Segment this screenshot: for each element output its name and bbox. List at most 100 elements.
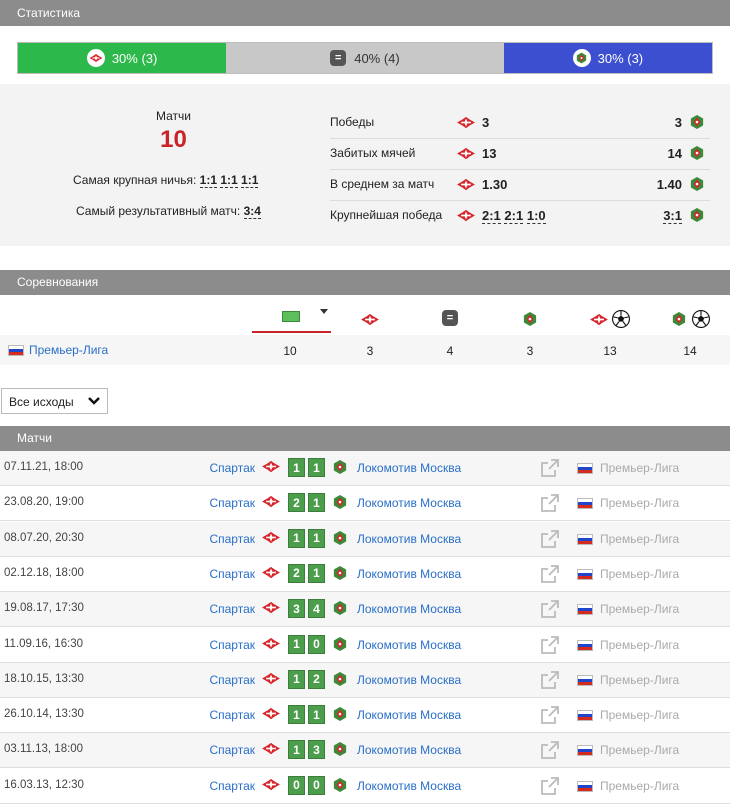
lokomotiv-icon: [333, 636, 347, 652]
home-team-link[interactable]: Спартак: [209, 673, 255, 687]
match-row[interactable]: 02.12.18, 18:00 Спартак 2 1 Локомотив Москва…: [0, 556, 730, 592]
home-team-link[interactable]: Спартак: [209, 779, 255, 793]
draw-icon: =: [442, 310, 458, 326]
external-link-icon[interactable]: [541, 494, 559, 513]
draw-score-link[interactable]: 1:1: [199, 173, 218, 188]
external-link-icon[interactable]: [541, 670, 559, 689]
league-link[interactable]: Премьер-Лига: [600, 638, 679, 652]
russia-flag-icon: [577, 498, 593, 510]
home-team-link[interactable]: Спартак: [209, 743, 255, 757]
match-date: 08.07.20, 20:30: [4, 531, 84, 544]
away-team-link[interactable]: Локомотив Москва: [357, 638, 461, 652]
home-biggest-win: 2:1 2:1 1:0: [482, 208, 546, 224]
away-biggest-win[interactable]: 3:1: [663, 208, 682, 224]
external-link-icon[interactable]: [541, 459, 559, 477]
league-link[interactable]: Премьер-Лига: [600, 567, 679, 581]
spartak-icon: [261, 637, 281, 650]
spartak-icon: [456, 147, 476, 160]
external-link-icon[interactable]: [541, 529, 559, 548]
match-score[interactable]: 21: [288, 493, 325, 513]
away-team-link[interactable]: Локомотив Москва: [357, 461, 461, 475]
matches-header: Матчи: [0, 426, 730, 451]
away-team-link[interactable]: Локомотив Москва: [357, 743, 461, 757]
away-score: 1: [308, 458, 325, 477]
match-date: 18.10.15, 13:30: [4, 672, 84, 685]
sort-arrow-icon[interactable]: [320, 309, 328, 314]
external-link-icon[interactable]: [541, 635, 559, 654]
home-team-link[interactable]: Спартак: [209, 602, 255, 616]
match-score[interactable]: 12: [288, 669, 325, 689]
match-row[interactable]: 07.11.21, 18:00 Спартак 1 1 Локомотив Москва…: [0, 451, 730, 486]
match-row[interactable]: 03.11.13, 18:00 Спартак 1 3 Локомотив Москва…: [0, 733, 730, 769]
league-link[interactable]: Премьер-Лига: [600, 673, 679, 687]
lokomotiv-icon: [333, 671, 347, 687]
match-score[interactable]: 11: [288, 528, 325, 548]
match-score[interactable]: 13: [288, 740, 325, 760]
away-team-link[interactable]: Локомотив Москва: [357, 567, 461, 581]
draw-score-link[interactable]: 1:1: [241, 173, 259, 188]
away-team-link[interactable]: Локомотив Москва: [357, 779, 461, 793]
away-team-link[interactable]: Локомотив Москва: [357, 532, 461, 546]
away-wins-segment: 30% (3): [503, 43, 712, 73]
away-score: 1: [308, 493, 325, 513]
away-team-link[interactable]: Локомотив Москва: [357, 496, 461, 510]
league-link[interactable]: Премьер-Лига: [600, 779, 679, 793]
match-date: 16.03.13, 12:30: [4, 778, 84, 791]
match-score[interactable]: 34: [288, 599, 325, 619]
match-row[interactable]: 18.10.15, 13:30 Спартак 1 2 Локомотив Москва…: [0, 662, 730, 698]
league-link[interactable]: Премьер-Лига: [600, 708, 679, 722]
league-link[interactable]: Премьер-Лига: [29, 343, 108, 357]
lokomotiv-icon: [523, 311, 537, 327]
league-link[interactable]: Премьер-Лига: [600, 743, 679, 757]
home-team-link[interactable]: Спартак: [209, 461, 255, 475]
home-team-link[interactable]: Спартак: [209, 496, 255, 510]
match-row[interactable]: 11.09.16, 16:30 Спартак 1 0 Локомотив Москва…: [0, 627, 730, 663]
most-goals-score-link[interactable]: 3:4: [243, 204, 261, 219]
home-score: 2: [288, 493, 305, 513]
external-link-icon[interactable]: [541, 706, 559, 724]
external-link-icon[interactable]: [541, 564, 559, 583]
match-row[interactable]: 26.10.14, 13:30 Спартак 1 1 Локомотив Москва…: [0, 698, 730, 734]
average-label: В среднем за матч: [330, 177, 435, 191]
draw-icon: =: [330, 50, 347, 66]
outcome-filter-select[interactable]: Все исходы: [1, 388, 108, 414]
away-team-link[interactable]: Локомотив Москва: [357, 708, 461, 722]
match-row[interactable]: 23.08.20, 19:00 Спартак 2 1 Локомотив Москва…: [0, 486, 730, 522]
external-link-icon[interactable]: [541, 741, 559, 760]
match-score[interactable]: 10: [288, 634, 325, 654]
draw-score-link[interactable]: 1:1: [220, 173, 238, 188]
match-score[interactable]: 11: [288, 705, 325, 725]
win-score-link[interactable]: 1:0: [526, 208, 546, 224]
lokomotiv-icon: [333, 741, 347, 757]
lokomotiv-icon: [333, 459, 347, 475]
home-team-link[interactable]: Спартак: [209, 708, 255, 722]
spartak-icon: [261, 672, 281, 685]
match-score[interactable]: 11: [288, 458, 325, 477]
match-date: 02.12.18, 18:00: [4, 566, 84, 579]
league-link[interactable]: Премьер-Лига: [600, 461, 679, 475]
away-wins-value: 3: [526, 344, 534, 358]
away-team-link[interactable]: Локомотив Москва: [357, 602, 461, 616]
away-team-link[interactable]: Локомотив Москва: [357, 673, 461, 687]
home-wins-value: 3: [366, 344, 374, 358]
match-score[interactable]: 00: [288, 775, 325, 795]
match-row[interactable]: 19.08.17, 17:30 Спартак 3 4 Локомотив Москва…: [0, 592, 730, 628]
wins-label: Победы: [330, 115, 375, 129]
home-team-link[interactable]: Спартак: [209, 532, 255, 546]
home-team-link[interactable]: Спартак: [209, 638, 255, 652]
external-link-icon[interactable]: [541, 600, 559, 619]
col-matches-header[interactable]: [252, 295, 331, 333]
win-score-link[interactable]: 2:1: [504, 208, 524, 224]
match-row[interactable]: 08.07.20, 20:30 Спартак 1 1 Локомотив Москва…: [0, 521, 730, 557]
match-row[interactable]: 16.03.13, 12:30 Спартак 0 0 Локомотив Москва…: [0, 768, 730, 804]
win-score-link[interactable]: 2:1: [482, 208, 501, 224]
match-score[interactable]: 21: [288, 563, 325, 583]
league-link[interactable]: Премьер-Лига: [600, 602, 679, 616]
competition-row[interactable]: Премьер-Лига 10 3 4 3 13 14: [0, 335, 730, 365]
home-team-link[interactable]: Спартак: [209, 567, 255, 581]
lokomotiv-icon: [333, 530, 347, 546]
league-link[interactable]: Премьер-Лига: [600, 496, 679, 510]
league-link[interactable]: Премьер-Лига: [600, 532, 679, 546]
spartak-icon: [456, 209, 476, 222]
external-link-icon[interactable]: [541, 776, 559, 795]
